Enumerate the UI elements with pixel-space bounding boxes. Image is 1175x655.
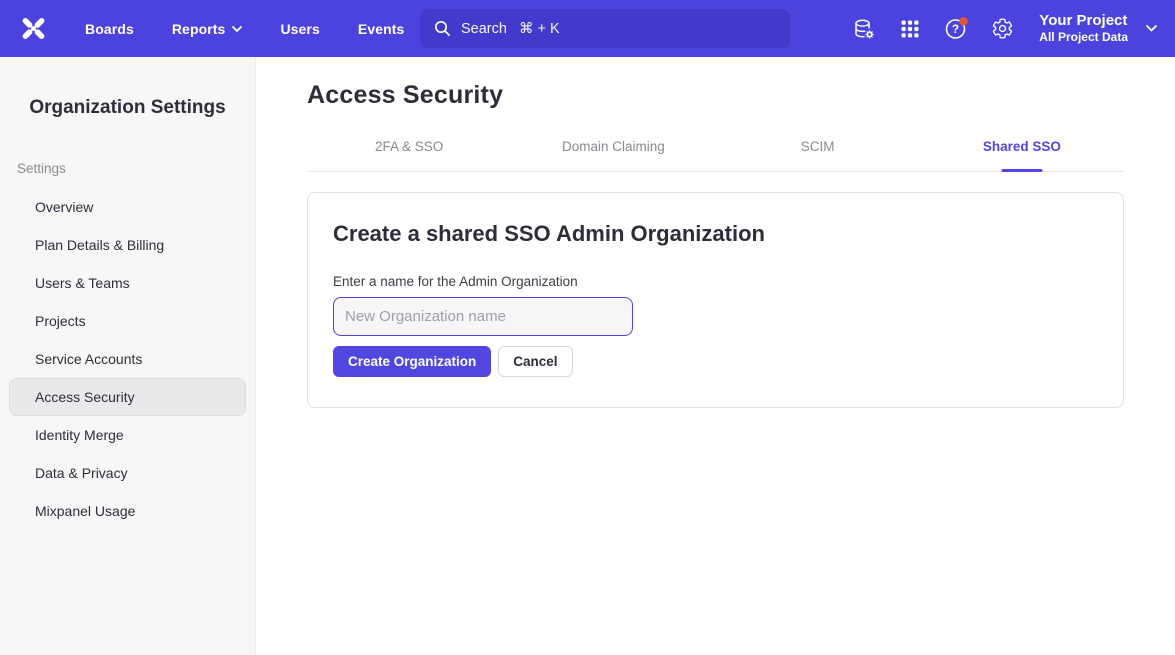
sidebar-title: Organization Settings: [0, 97, 255, 119]
search-shortcut: ⌘ + K: [519, 21, 560, 37]
nav-item-label: Events: [358, 21, 405, 37]
tab-scim[interactable]: SCIM: [716, 139, 920, 171]
sidebar-item-users-teams[interactable]: Users & Teams: [9, 264, 246, 302]
sidebar-item-service-accounts[interactable]: Service Accounts: [9, 340, 246, 378]
nav-item-reports[interactable]: Reports: [153, 13, 262, 45]
org-settings-sidebar: Organization Settings Settings Overview …: [0, 57, 256, 655]
card-actions: Create Organization Cancel: [333, 346, 1098, 377]
data-management-button[interactable]: [841, 9, 887, 49]
primary-nav-menu: Boards Reports Users Events: [66, 13, 423, 45]
nav-item-boards[interactable]: Boards: [66, 13, 153, 45]
notification-dot: [959, 17, 968, 26]
tab-label: SCIM: [801, 139, 835, 154]
nav-item-users[interactable]: Users: [261, 13, 338, 45]
sidebar-item-data-privacy[interactable]: Data & Privacy: [9, 454, 246, 492]
page-title: Access Security: [307, 81, 1124, 110]
help-button[interactable]: ?: [933, 9, 979, 49]
svg-text:?: ?: [952, 24, 959, 36]
help-icon: ?: [944, 16, 969, 41]
project-switcher[interactable]: Your Project All Project Data: [1039, 12, 1163, 46]
sidebar-item-plan-details-billing[interactable]: Plan Details & Billing: [9, 226, 246, 264]
tab-2fa-sso[interactable]: 2FA & SSO: [307, 139, 511, 171]
tab-label: 2FA & SSO: [375, 139, 443, 154]
sidebar-item-mixpanel-usage[interactable]: Mixpanel Usage: [9, 492, 246, 530]
mixpanel-logo[interactable]: [0, 15, 66, 42]
tab-label: Shared SSO: [983, 139, 1061, 154]
search-icon: [434, 20, 451, 37]
main-content: Access Security 2FA & SSO Domain Claimin…: [256, 57, 1175, 655]
mixpanel-logo-icon: [20, 15, 47, 42]
chevron-down-icon: [1146, 25, 1157, 32]
active-tab-indicator: [1001, 169, 1042, 172]
cancel-button[interactable]: Cancel: [498, 346, 572, 377]
nav-item-label: Boards: [85, 21, 134, 37]
create-organization-button[interactable]: Create Organization: [333, 346, 491, 377]
sidebar-item-projects[interactable]: Projects: [9, 302, 246, 340]
create-shared-sso-card: Create a shared SSO Admin Organization E…: [307, 192, 1124, 408]
nav-item-label: Users: [280, 21, 319, 37]
tab-domain-claiming[interactable]: Domain Claiming: [511, 139, 715, 171]
nav-right-cluster: ? Your Project All Project Data: [841, 0, 1163, 57]
search-input[interactable]: Search ⌘ + K: [420, 9, 790, 48]
org-name-input[interactable]: [333, 297, 633, 336]
data-management-icon: [852, 17, 876, 41]
access-security-tabs: 2FA & SSO Domain Claiming SCIM Shared SS…: [307, 139, 1124, 172]
top-navigation: Boards Reports Users Events Search ⌘ + K: [0, 0, 1175, 57]
settings-button[interactable]: [979, 9, 1025, 49]
apps-grid-icon: [899, 18, 921, 40]
card-title: Create a shared SSO Admin Organization: [333, 221, 1098, 247]
project-name: Your Project: [1039, 12, 1128, 31]
sidebar-item-identity-merge[interactable]: Identity Merge: [9, 416, 246, 454]
nav-item-label: Reports: [172, 21, 226, 37]
nav-item-events[interactable]: Events: [339, 13, 424, 45]
apps-grid-button[interactable]: [887, 9, 933, 49]
settings-gear-icon: [991, 17, 1014, 40]
chevron-down-icon: [232, 26, 242, 32]
tab-label: Domain Claiming: [562, 139, 665, 154]
search-placeholder: Search: [461, 21, 507, 37]
sidebar-item-overview[interactable]: Overview: [9, 188, 246, 226]
sidebar-section-label: Settings: [17, 161, 255, 176]
project-data-scope: All Project Data: [1039, 30, 1128, 45]
org-name-label: Enter a name for the Admin Organization: [333, 274, 1098, 289]
sidebar-item-access-security[interactable]: Access Security: [9, 378, 246, 416]
tab-shared-sso[interactable]: Shared SSO: [920, 139, 1124, 171]
